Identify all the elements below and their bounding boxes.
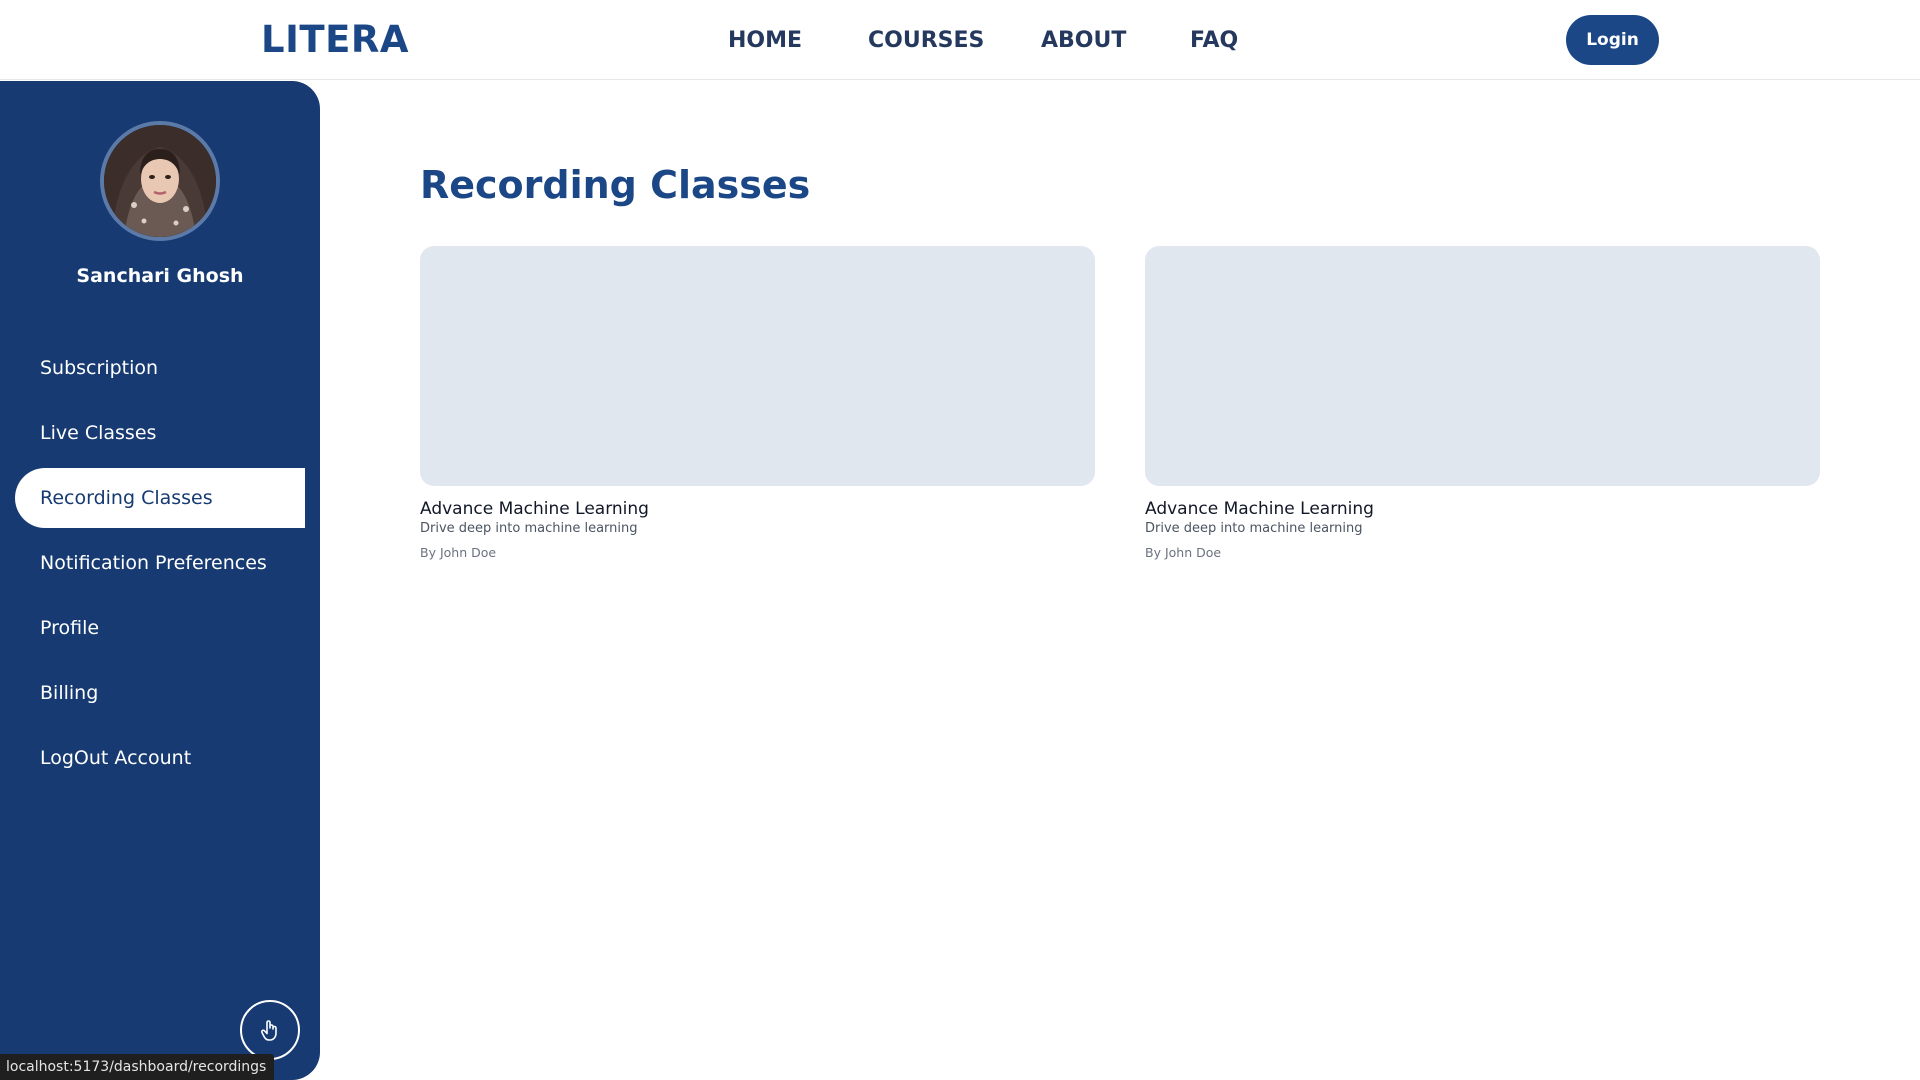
nav-home-link[interactable]: HOME — [728, 24, 802, 58]
user-avatar[interactable] — [100, 121, 220, 241]
login-button[interactable]: Login — [1566, 15, 1659, 65]
recording-description: Drive deep into machine learning — [420, 521, 638, 536]
recording-author: By John Doe — [420, 545, 497, 560]
recording-author: By John Doe — [1145, 545, 1222, 560]
avatar-portrait-image — [104, 125, 216, 237]
brand-logo[interactable]: LITERA — [261, 18, 409, 62]
sidebar-item-notification-preferences[interactable]: Notification Preferences — [15, 533, 305, 593]
dashboard-sidebar: Sanchari Ghosh Subscription Live Classes… — [0, 81, 320, 1080]
page-title: Recording Classes — [420, 163, 811, 207]
recording-card[interactable]: Advance Machine Learning Drive deep into… — [420, 246, 1095, 562]
nav-faq-link[interactable]: FAQ — [1190, 24, 1238, 58]
sidebar-item-live-classes[interactable]: Live Classes — [15, 403, 305, 463]
sidebar-item-profile[interactable]: Profile — [15, 598, 305, 658]
hand-pointer-icon — [261, 1020, 277, 1041]
recording-thumbnail[interactable] — [420, 246, 1095, 486]
sidebar-item-recording-classes[interactable]: Recording Classes — [15, 468, 305, 528]
recording-description: Drive deep into machine learning — [1145, 521, 1363, 536]
browser-status-url: localhost:5173/dashboard/recordings — [0, 1054, 275, 1080]
nav-about-link[interactable]: ABOUT — [1041, 24, 1126, 58]
sidebar-menu: Subscription Live Classes Recording Clas… — [0, 338, 320, 793]
floating-help-button[interactable] — [240, 1000, 300, 1060]
recording-title: Advance Machine Learning — [420, 499, 649, 519]
recording-title: Advance Machine Learning — [1145, 499, 1374, 519]
sidebar-item-logout[interactable]: LogOut Account — [15, 728, 305, 788]
recording-thumbnail[interactable] — [1145, 246, 1820, 486]
user-name: Sanchari Ghosh — [76, 265, 244, 287]
top-header: LITERA HOME COURSES ABOUT FAQ Login — [0, 0, 1920, 80]
sidebar-item-subscription[interactable]: Subscription — [15, 338, 305, 398]
recording-card[interactable]: Advance Machine Learning Drive deep into… — [1145, 246, 1820, 562]
nav-courses-link[interactable]: COURSES — [868, 24, 984, 58]
sidebar-item-billing[interactable]: Billing — [15, 663, 305, 723]
